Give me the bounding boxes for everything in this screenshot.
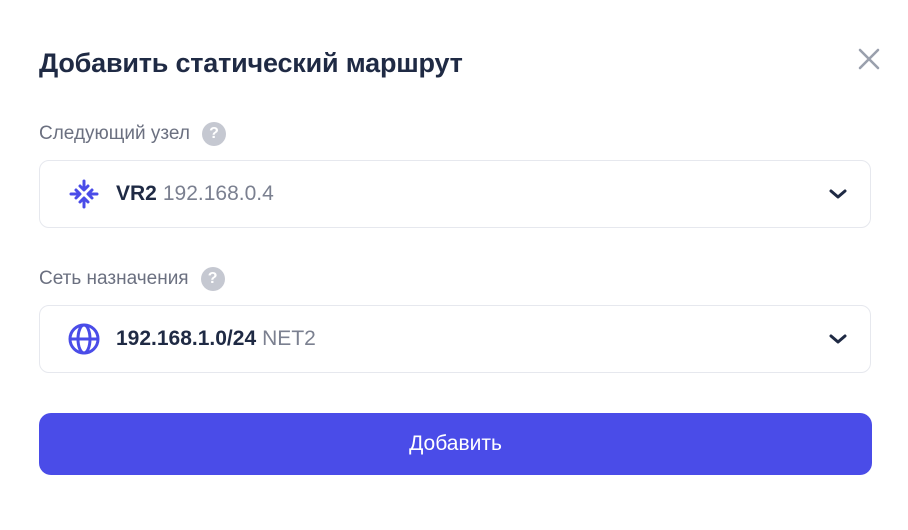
add-button[interactable]: Добавить xyxy=(39,413,872,475)
next-hop-select[interactable]: VR2 192.168.0.4 xyxy=(39,160,871,228)
destination-label-row: Сеть назначения ? xyxy=(39,267,225,291)
help-icon[interactable]: ? xyxy=(200,267,225,291)
router-icon xyxy=(67,177,101,211)
next-hop-ip: 192.168.0.4 xyxy=(162,182,274,205)
help-icon[interactable]: ? xyxy=(201,122,226,146)
next-hop-label: Следующий узел xyxy=(39,123,190,144)
dialog-title: Добавить статический маршрут xyxy=(39,48,463,78)
next-hop-name: VR2 xyxy=(116,182,157,205)
chevron-down-icon xyxy=(828,332,848,346)
next-hop-value: VR2 192.168.0.4 xyxy=(116,182,274,206)
destination-select[interactable]: 192.168.1.0/24 NET2 xyxy=(39,305,871,373)
destination-value: 192.168.1.0/24 NET2 xyxy=(116,327,316,351)
close-icon[interactable] xyxy=(856,46,882,72)
destination-cidr: 192.168.1.0/24 xyxy=(116,327,257,350)
destination-name: NET2 xyxy=(262,327,316,350)
destination-label: Сеть назначения xyxy=(39,268,189,289)
globe-icon xyxy=(67,322,101,356)
next-hop-label-row: Следующий узел ? xyxy=(39,122,226,146)
chevron-down-icon xyxy=(828,187,848,201)
add-static-route-dialog: Добавить статический маршрут Следующий у… xyxy=(0,0,908,530)
